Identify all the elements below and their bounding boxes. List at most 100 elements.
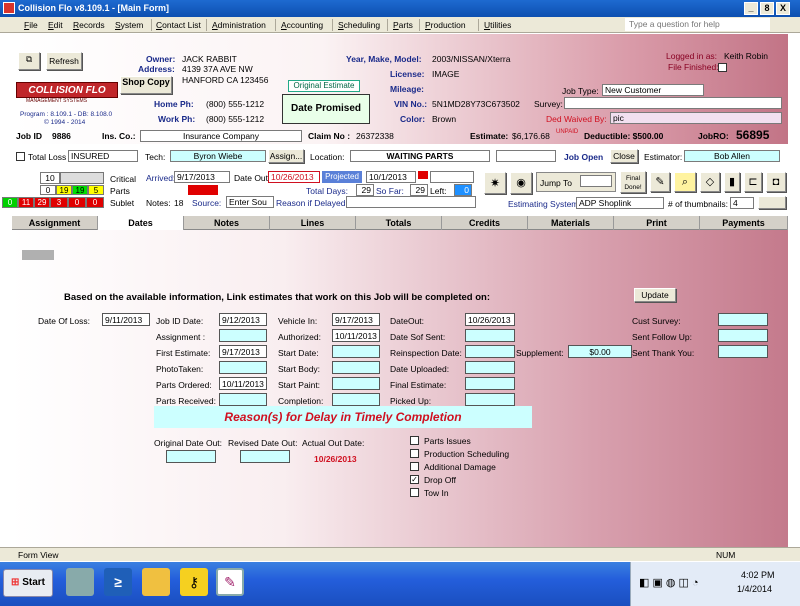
start-button[interactable]: ⊞ Start [3, 569, 53, 597]
minimize-button[interactable]: _ [744, 2, 758, 15]
window-icon-button[interactable]: ⧉ [18, 52, 40, 70]
additional-damage-checkbox[interactable] [410, 462, 419, 471]
original-estimate-button[interactable]: Original Estimate [288, 80, 360, 92]
collision-flo-taskbar-icon[interactable]: ✎ [216, 568, 244, 596]
tab-print[interactable]: Print [614, 216, 700, 230]
magnifier-icon[interactable]: ⌕ [674, 172, 696, 192]
parts-ordered-field[interactable]: 10/11/2013 [219, 377, 267, 390]
dateout-field[interactable]: 10/26/2013 [465, 313, 515, 326]
cust-survey-field[interactable] [718, 313, 768, 326]
projected-extra-field[interactable] [430, 171, 474, 183]
thumbnails-button[interactable] [758, 196, 786, 209]
menu-scheduling[interactable]: Scheduling [338, 20, 380, 30]
supplement-field[interactable]: $0.00 [568, 345, 632, 358]
vehicle-in-field[interactable]: 9/17/2013 [332, 313, 380, 326]
shop-copy-button[interactable]: Shop Copy [120, 76, 172, 94]
binoculars-icon[interactable]: ◉ [510, 172, 532, 194]
tab-dates[interactable]: Dates [98, 216, 184, 230]
projected-date-field[interactable]: 10/1/2013 [366, 171, 416, 183]
thumbnails-select[interactable]: 4 [730, 197, 754, 209]
revised-date-out-field[interactable] [240, 450, 290, 463]
production-scheduling-checkbox[interactable] [410, 449, 419, 458]
camera-icon[interactable]: ◘ [766, 172, 786, 192]
picked-up-field[interactable] [465, 393, 515, 406]
wizard-icon[interactable]: ✷ [484, 172, 506, 194]
menu-accounting[interactable]: Accounting [281, 20, 323, 30]
refresh-button[interactable]: Refresh [46, 52, 82, 70]
date-out-field[interactable]: 10/26/2013 [268, 171, 320, 183]
assignment-field[interactable] [219, 329, 267, 342]
reinspection-date-field[interactable] [465, 345, 515, 358]
date-of-loss-field[interactable]: 9/11/2013 [102, 313, 150, 326]
menu-utilities[interactable]: Utilities [484, 20, 511, 30]
drop-off-checkbox[interactable]: ✓ [410, 475, 419, 484]
restore-button[interactable]: 8 [760, 2, 774, 15]
phone-icon[interactable]: ▮ [724, 172, 740, 192]
menu-system[interactable]: System [115, 20, 143, 30]
insured-select[interactable]: INSURED [68, 150, 138, 162]
jump-to-input[interactable] [580, 175, 612, 187]
tab-notes[interactable]: Notes [184, 216, 270, 230]
tech-field[interactable]: Byron Wiebe [170, 150, 266, 162]
job-id-date-field[interactable]: 9/12/2013 [219, 313, 267, 326]
powershell-icon[interactable]: ≥ [104, 568, 132, 596]
assign-button[interactable]: Assign... [268, 149, 304, 163]
fax-icon[interactable]: ⊏ [744, 172, 762, 192]
original-date-out-field[interactable] [166, 450, 216, 463]
folder-icon[interactable] [142, 568, 170, 596]
tab-payments[interactable]: Payments [700, 216, 788, 230]
sent-follow-up-field[interactable] [718, 329, 768, 342]
location-select[interactable]: WAITING PARTS [350, 150, 490, 162]
start-paint-field[interactable] [332, 377, 380, 390]
estimator-field[interactable]: Bob Allen [684, 150, 780, 162]
start-date-field[interactable] [332, 345, 380, 358]
tab-totals[interactable]: Totals [356, 216, 442, 230]
notepad-icon[interactable]: ✎ [650, 172, 670, 192]
close-job-button[interactable]: Close [610, 149, 638, 163]
menu-edit[interactable]: Edit [48, 20, 63, 30]
menu-parts[interactable]: Parts [393, 20, 413, 30]
menu-production[interactable]: Production [425, 20, 466, 30]
final-done-button[interactable]: Final Done! [620, 171, 646, 193]
sent-thank-you-field[interactable] [718, 345, 768, 358]
menu-contact-list[interactable]: Contact List [156, 20, 201, 30]
tab-credits[interactable]: Credits [442, 216, 528, 230]
tab-lines[interactable]: Lines [270, 216, 356, 230]
date-promised-box[interactable]: Date Promised [282, 94, 370, 124]
ded-waived-input[interactable]: pic [610, 112, 782, 124]
survey-input[interactable] [564, 97, 782, 109]
total-loss-checkbox[interactable] [16, 152, 25, 161]
arrived-field[interactable]: 9/17/2013 [174, 171, 230, 183]
key-icon[interactable]: ⚷ [180, 568, 208, 596]
tab-assignment[interactable]: Assignment [12, 216, 98, 230]
authorized-field[interactable]: 10/11/2013 [332, 329, 380, 342]
date-sof-sent-field[interactable] [465, 329, 515, 342]
job-type-select[interactable]: New Customer [602, 84, 704, 96]
parts-received-field[interactable] [219, 393, 267, 406]
update-button[interactable]: Update [634, 288, 676, 302]
reason-delayed-input[interactable] [346, 196, 476, 208]
location-sub-select[interactable] [496, 150, 556, 162]
photo-taken-field[interactable] [219, 361, 267, 374]
completion-field[interactable] [332, 393, 380, 406]
diamond-icon[interactable]: ◇ [700, 172, 720, 192]
ins-co-select[interactable]: Insurance Company [140, 130, 302, 142]
est-system-field[interactable]: ADP Shoplink [576, 197, 664, 209]
menu-administration[interactable]: Administration [212, 20, 266, 30]
start-body-field[interactable] [332, 361, 380, 374]
file-finished-checkbox[interactable] [718, 63, 727, 72]
help-search-input[interactable]: Type a question for help [625, 18, 770, 31]
date-uploaded-field[interactable] [465, 361, 515, 374]
final-estimate-field[interactable] [465, 377, 515, 390]
menu-file[interactable]: File [24, 20, 38, 30]
tray-icons[interactable]: ◧ ▣ ◍ ◫ ◔ [639, 576, 699, 589]
source-select[interactable]: Enter Sou [226, 196, 274, 208]
parts-issues-checkbox[interactable] [410, 436, 419, 445]
tab-materials[interactable]: Materials [528, 216, 614, 230]
tow-in-checkbox[interactable] [410, 488, 419, 497]
date-sof-sent-label: Date Sof Sent: [390, 332, 446, 342]
close-button[interactable]: X [776, 2, 790, 15]
menu-records[interactable]: Records [73, 20, 105, 30]
network-app-icon[interactable] [66, 568, 94, 596]
first-estimate-field[interactable]: 9/17/2013 [219, 345, 267, 358]
